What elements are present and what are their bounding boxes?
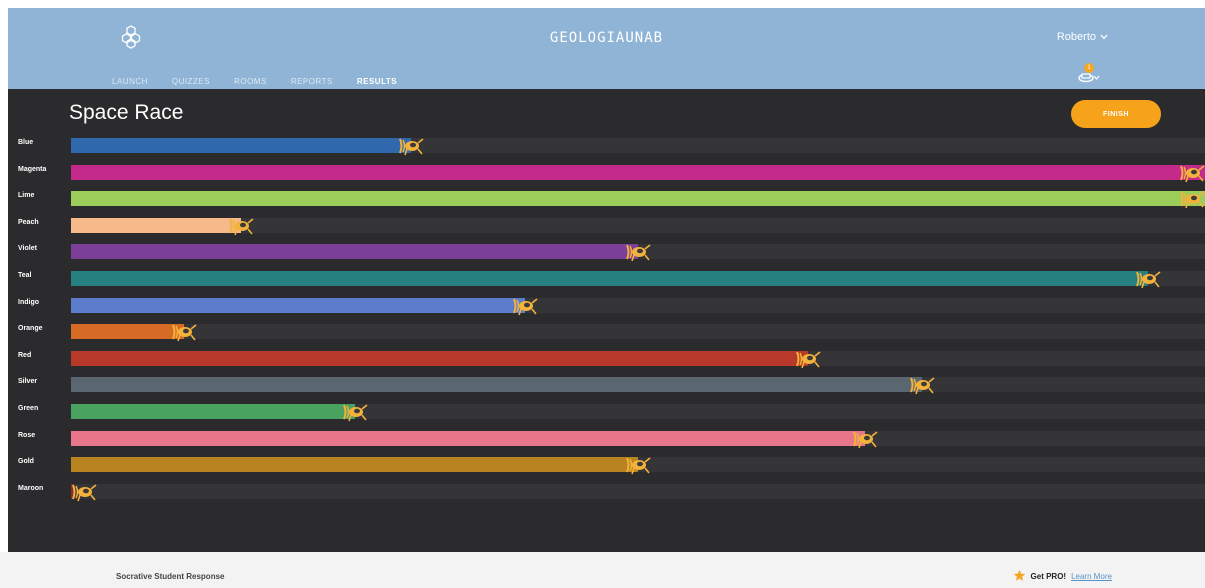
progress-track <box>71 164 1205 182</box>
star-icon <box>1013 569 1026 584</box>
team-label: Violet <box>18 245 37 253</box>
progress-track <box>71 457 1205 475</box>
race-row: Green <box>8 402 1205 422</box>
rocket-icon <box>625 241 651 263</box>
chevron-down-icon <box>1100 31 1108 43</box>
team-label: Blue <box>18 139 34 146</box>
progress-track <box>71 244 1205 262</box>
team-label: Rose <box>18 431 36 439</box>
notification-badge: 1 <box>1084 63 1094 73</box>
progress-track <box>71 271 1205 289</box>
race-row: Silver <box>8 375 1205 395</box>
progress-bar <box>71 377 922 393</box>
finish-button[interactable]: FINISH <box>1071 100 1161 128</box>
rocket-icon <box>852 428 878 450</box>
progress-track <box>71 377 1205 395</box>
rocket-icon <box>625 454 651 476</box>
rocket-icon <box>512 295 538 317</box>
progress-track <box>71 217 1205 236</box>
race-row: Maroon <box>8 482 1205 502</box>
app-title: GEOLOGIAUNAB <box>549 30 664 46</box>
get-pro-promo: Get PRO! Learn More <box>1013 569 1112 584</box>
team-label: Orange <box>18 325 43 333</box>
progress-bar <box>71 457 638 473</box>
footer: Socrative Student Response Get PRO! Lear… <box>0 552 1205 588</box>
race-row: Gold <box>8 455 1205 475</box>
team-label: Red <box>18 351 32 359</box>
rocket-icon <box>71 481 97 503</box>
rocket-icon <box>795 348 821 370</box>
rocket-icon <box>1179 188 1205 210</box>
rocket-icon <box>1179 162 1205 184</box>
team-label: Lime <box>18 192 35 200</box>
app-root: GEOLOGIAUNAB Roberto LAUNCH QUIZZES ROOMS R… <box>0 0 1205 588</box>
race-row: Magenta <box>8 163 1205 182</box>
learn-more-link[interactable]: Learn More <box>1071 572 1112 581</box>
race-row: Indigo <box>8 296 1205 315</box>
progress-bar <box>71 297 525 313</box>
progress-track <box>71 191 1205 209</box>
rocket-icon <box>909 374 935 396</box>
team-label: Teal <box>18 272 32 279</box>
page-title: Space Race <box>69 101 184 124</box>
progress-bar <box>71 217 241 233</box>
progress-bar <box>71 350 808 366</box>
team-label: Peach <box>18 218 39 226</box>
footer-brand: Socrative Student Response <box>116 572 225 581</box>
user-menu[interactable]: Roberto <box>1057 31 1108 43</box>
progress-bar <box>71 404 355 419</box>
progress-track <box>71 483 1205 502</box>
rocket-icon <box>228 215 254 237</box>
space-race-panel: Space Race FINISH Blue Magenta Lime Peach Vi… <box>8 89 1205 552</box>
progress-bar <box>71 244 638 260</box>
rocket-icon <box>1135 268 1161 290</box>
race-row: Rose <box>8 429 1205 448</box>
progress-track <box>71 404 1205 422</box>
team-label: Silver <box>18 378 38 386</box>
top-header: GEOLOGIAUNAB Roberto LAUNCH QUIZZES ROOMS R… <box>8 8 1205 95</box>
race-row: Lime <box>8 189 1205 209</box>
rocket-icon <box>171 321 197 343</box>
progress-track <box>71 324 1205 342</box>
progress-bar <box>71 430 865 446</box>
team-label: Indigo <box>18 298 39 306</box>
progress-bar <box>71 138 411 153</box>
progress-track <box>71 350 1205 369</box>
team-label: Green <box>18 405 39 412</box>
progress-bar <box>71 164 1205 180</box>
race-row: Peach <box>8 216 1205 236</box>
progress-track <box>71 297 1205 315</box>
rocket-icon <box>342 401 368 423</box>
team-label: Maroon <box>18 484 44 492</box>
race-row: Red <box>8 349 1205 369</box>
team-label: Gold <box>18 458 34 466</box>
race-row: Blue <box>8 136 1205 156</box>
progress-bar <box>71 271 1148 286</box>
progress-bar <box>71 324 184 340</box>
notifications-button[interactable]: 1 <box>1076 63 1102 85</box>
progress-track <box>71 138 1205 156</box>
progress-track <box>71 430 1205 448</box>
user-name: Roberto <box>1056 31 1096 43</box>
race-row: Violet <box>8 242 1205 262</box>
rocket-icon <box>398 135 424 157</box>
race-row: Teal <box>8 269 1205 289</box>
team-label: Magenta <box>18 165 47 173</box>
race-row: Orange <box>8 322 1205 342</box>
progress-bar <box>71 191 1205 207</box>
get-pro-label: Get PRO! <box>1030 572 1067 581</box>
